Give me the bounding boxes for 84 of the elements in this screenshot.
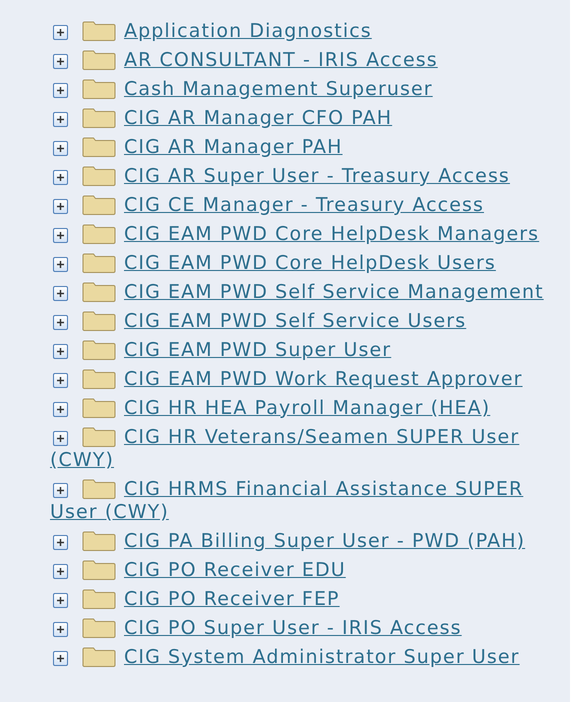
- folder-icon: [82, 282, 116, 302]
- tree-link[interactable]: CIG EAM PWD Core HelpDesk Users: [50, 252, 558, 275]
- tree-link[interactable]: CIG EAM PWD Core HelpDesk Managers: [50, 223, 558, 246]
- expand-toggle[interactable]: [53, 651, 68, 666]
- expand-toggle[interactable]: [53, 141, 68, 156]
- folder-icon: [82, 21, 116, 41]
- plus-icon: [56, 202, 65, 211]
- plus-icon: [56, 538, 65, 547]
- expand-toggle[interactable]: [53, 199, 68, 214]
- folder-icon: [82, 166, 116, 186]
- folder-icon: [82, 398, 116, 418]
- folder-icon: [82, 79, 116, 99]
- folder-icon: [82, 589, 116, 609]
- folder-icon: [82, 224, 116, 244]
- plus-icon: [56, 486, 65, 495]
- folder-icon: [82, 195, 116, 215]
- expand-toggle[interactable]: [53, 112, 68, 127]
- plus-icon: [56, 289, 65, 298]
- tree-link[interactable]: AR CONSULTANT - IRIS Access: [50, 49, 558, 72]
- tree-link[interactable]: CIG AR Super User - Treasury Access: [50, 165, 558, 188]
- folder-icon: [82, 253, 116, 273]
- tree-link[interactable]: CIG HR Veterans/Seamen SUPER User (CWY): [50, 426, 558, 472]
- tree-link[interactable]: CIG EAM PWD Self Service Users: [50, 310, 558, 333]
- tree-link[interactable]: CIG AR Manager CFO PAH: [50, 107, 558, 130]
- tree-link[interactable]: CIG PO Super User - IRIS Access: [50, 617, 558, 640]
- tree-link[interactable]: CIG EAM PWD Work Request Approver: [50, 368, 558, 391]
- plus-icon: [56, 376, 65, 385]
- expand-toggle[interactable]: [53, 257, 68, 272]
- plus-icon: [56, 144, 65, 153]
- expand-toggle[interactable]: [53, 286, 68, 301]
- plus-icon: [56, 654, 65, 663]
- folder-icon: [82, 479, 116, 499]
- plus-icon: [56, 318, 65, 327]
- plus-icon: [56, 57, 65, 66]
- expand-toggle[interactable]: [53, 25, 68, 40]
- folder-icon: [82, 618, 116, 638]
- plus-icon: [56, 260, 65, 269]
- plus-icon: [56, 173, 65, 182]
- expand-toggle[interactable]: [53, 54, 68, 69]
- plus-icon: [56, 347, 65, 356]
- tree-link[interactable]: CIG AR Manager PAH: [50, 136, 558, 159]
- folder-icon: [82, 311, 116, 331]
- plus-icon: [56, 231, 65, 240]
- tree-link[interactable]: Application Diagnostics: [50, 20, 558, 43]
- folder-icon: [82, 50, 116, 70]
- expand-toggle[interactable]: [53, 564, 68, 579]
- folder-icon: [82, 531, 116, 551]
- tree-link[interactable]: CIG EAM PWD Self Service Management: [50, 281, 558, 304]
- plus-icon: [56, 86, 65, 95]
- tree-link[interactable]: CIG HRMS Financial Assistance SUPER User (CWY): [50, 478, 558, 524]
- expand-toggle[interactable]: [53, 83, 68, 98]
- plus-icon: [56, 405, 65, 414]
- tree-link[interactable]: Cash Management Superuser: [50, 78, 558, 101]
- expand-toggle[interactable]: [53, 593, 68, 608]
- expand-toggle[interactable]: [53, 228, 68, 243]
- expand-toggle[interactable]: [53, 344, 68, 359]
- folder-icon: [82, 340, 116, 360]
- plus-icon: [56, 28, 65, 37]
- tree-link[interactable]: CIG PA Billing Super User - PWD (PAH): [50, 530, 558, 553]
- expand-toggle[interactable]: [53, 373, 68, 388]
- plus-icon: [56, 434, 65, 443]
- folder-icon: [82, 427, 116, 447]
- tree-link[interactable]: CIG EAM PWD Super User: [50, 339, 558, 362]
- plus-icon: [56, 625, 65, 634]
- plus-icon: [56, 115, 65, 124]
- expand-toggle[interactable]: [53, 535, 68, 550]
- expand-toggle[interactable]: [53, 431, 68, 446]
- expand-toggle[interactable]: [53, 483, 68, 498]
- expand-toggle[interactable]: [53, 402, 68, 417]
- expand-toggle[interactable]: [53, 622, 68, 637]
- tree-link[interactable]: CIG PO Receiver FEP: [50, 588, 558, 611]
- folder-icon: [82, 137, 116, 157]
- folder-icon: [82, 560, 116, 580]
- tree-link[interactable]: CIG System Administrator Super User: [50, 646, 558, 669]
- tree-link[interactable]: CIG CE Manager - Treasury Access: [50, 194, 558, 217]
- folder-icon: [82, 647, 116, 667]
- plus-icon: [56, 567, 65, 576]
- expand-toggle[interactable]: [53, 170, 68, 185]
- folder-icon: [82, 108, 116, 128]
- folder-icon: [82, 369, 116, 389]
- plus-icon: [56, 596, 65, 605]
- tree-link[interactable]: CIG HR HEA Payroll Manager (HEA): [50, 397, 558, 420]
- expand-toggle[interactable]: [53, 315, 68, 330]
- tree-link[interactable]: CIG PO Receiver EDU: [50, 559, 558, 582]
